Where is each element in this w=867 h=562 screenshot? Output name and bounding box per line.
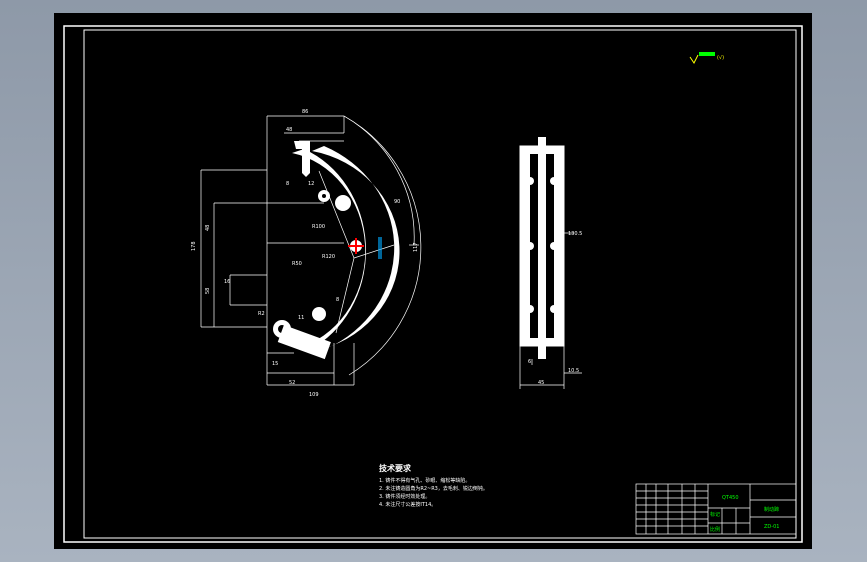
outer-border: [63, 25, 803, 543]
title-part-name: 制动蹄: [764, 506, 779, 513]
dim-r120: R120: [322, 254, 335, 260]
rivet-3: [526, 242, 534, 250]
dim-small-8b: 8: [336, 297, 339, 303]
roughness-mark: [699, 52, 715, 56]
dim-r2: R2: [258, 311, 265, 317]
tech-req-line-3: 3. 铸件须经时效处理。: [379, 493, 430, 500]
dim-mid-height: 48: [205, 225, 211, 231]
dim-left-height: 178: [191, 241, 197, 251]
dim-small-16: 16: [224, 279, 230, 285]
side-dim-bottom-width: 45: [538, 380, 544, 386]
dim-arc: 90: [394, 199, 400, 205]
tech-req-line-4: 4. 未注尺寸公差按IT14。: [379, 501, 436, 508]
brake-shoe-body: [273, 141, 400, 360]
roughness-note: (√): [689, 52, 724, 64]
dim-bottom-left: 15: [272, 361, 278, 367]
side-view: [519, 137, 582, 389]
cad-drawing: (√) 86 48 178 48 58 16 R50 R100 R120 52 …: [63, 25, 803, 543]
inner-border: [83, 29, 797, 539]
boss-upper: [335, 195, 351, 211]
tech-req-line-2: 2. 未注铸造圆角为R2~R3，去毛刺、锐边倒钝。: [379, 485, 488, 492]
center-mark: [348, 238, 364, 254]
rivet-6: [550, 305, 558, 313]
roughness-text: (√): [717, 55, 724, 61]
tech-req-line-1: 1. 铸件不得有气孔、砂眼、缩松等缺陷。: [379, 477, 470, 484]
dim-lower-height: 58: [205, 288, 211, 294]
dim-small-11: 11: [298, 315, 304, 321]
lining-hatch: [378, 237, 382, 259]
boss-lower-left: [312, 307, 326, 321]
drawing-canvas[interactable]: (√) 86 48 178 48 58 16 R50 R100 R120 52 …: [54, 13, 812, 549]
dim-r100: R100: [312, 224, 325, 230]
title-material: QT450: [722, 495, 739, 501]
dim-inner-top: 48: [286, 127, 292, 133]
side-dim-bottom-right: 10.5: [568, 368, 579, 374]
title-drawing-no: ZD-01: [764, 524, 779, 530]
rivet-5: [526, 305, 534, 313]
rivet-4: [550, 242, 558, 250]
dim-small-8a: 8: [286, 181, 289, 187]
dim-top-width: 86: [302, 109, 308, 115]
tech-req-title: 技术要求: [379, 463, 412, 473]
tech-requirements: 技术要求 1. 铸件不得有气孔、砂眼、缩松等缺陷。 2. 未注铸造圆角为R2~R…: [379, 463, 488, 508]
dim-bottom-total: 109: [309, 392, 319, 398]
dim-right-height: 117: [413, 242, 419, 252]
dim-small-12: 12: [308, 181, 314, 187]
rivet-2: [550, 177, 558, 185]
side-dim-height: 130.5: [568, 231, 582, 237]
dim-r50: R50: [292, 261, 302, 267]
title-label-b: 比例: [710, 526, 720, 533]
rivet-1: [526, 177, 534, 185]
title-label-a: 标记: [710, 511, 720, 518]
dim-bottom-width: 52: [289, 380, 295, 386]
side-dim-small: 6: [528, 359, 531, 365]
